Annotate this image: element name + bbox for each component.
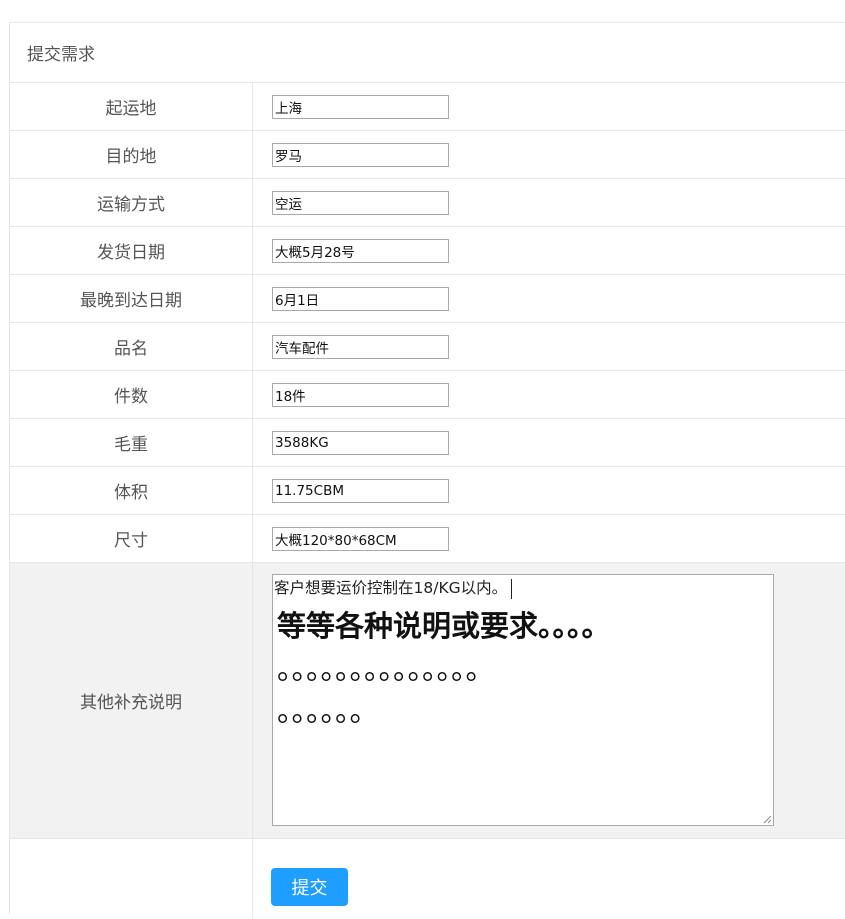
resize-grip-icon[interactable] [762,814,772,824]
notes-label: 其他补充说明 [10,563,253,838]
panel-title: 提交需求 [10,23,845,83]
latest-arrival-label: 最晚到达日期 [10,275,253,322]
pieces-input[interactable] [272,382,449,407]
product-name-input[interactable] [272,334,449,359]
notes-textarea[interactable]: 客户想要运价控制在18/KG以内。 等等各种说明或要求。。。。 。。。。。。。。… [272,574,774,826]
form-row-volume: 体积 [10,467,845,515]
notes-line-3: 。。。。。。。。。。。。。。 [277,652,495,686]
form-row-submit: 提交 [10,839,845,919]
form-row-product-name: 品名 [10,323,845,371]
destination-input[interactable] [272,142,449,167]
form-row-destination: 目的地 [10,131,845,179]
transport-mode-label: 运输方式 [10,179,253,226]
dimensions-input[interactable] [272,526,449,551]
form-row-origin: 起运地 [10,83,845,131]
transport-mode-input[interactable] [272,190,449,215]
notes-line-1: 客户想要运价控制在18/KG以内。 [274,579,508,597]
submit-button[interactable]: 提交 [271,868,348,906]
pieces-label: 件数 [10,371,253,418]
form-row-notes: 其他补充说明 客户想要运价控制在18/KG以内。 等等各种说明或要求。。。。 。… [10,563,845,839]
gross-weight-input[interactable] [272,430,449,455]
submit-row-spacer [10,839,253,919]
destination-label: 目的地 [10,131,253,178]
form-row-dimensions: 尺寸 [10,515,845,563]
gross-weight-label: 毛重 [10,419,253,466]
product-name-label: 品名 [10,323,253,370]
volume-input[interactable] [272,478,449,503]
form-row-latest-arrival: 最晚到达日期 [10,275,845,323]
latest-arrival-input[interactable] [272,286,449,311]
dimensions-label: 尺寸 [10,515,253,562]
ship-date-label: 发货日期 [10,227,253,274]
ship-date-input[interactable] [272,238,449,263]
notes-line-4: 。。。。。。 [277,694,379,728]
demand-form-panel: 提交需求 起运地 目的地 运输方式 发货日期 最晚到达日期 品名 [9,22,845,919]
form-row-pieces: 件数 [10,371,845,419]
origin-label: 起运地 [10,83,253,130]
text-caret [511,578,513,599]
origin-input[interactable] [272,94,449,119]
volume-label: 体积 [10,467,253,514]
form-row-ship-date: 发货日期 [10,227,845,275]
notes-line-2: 等等各种说明或要求。。。。 [277,609,611,643]
form-row-transport-mode: 运输方式 [10,179,845,227]
form-row-gross-weight: 毛重 [10,419,845,467]
